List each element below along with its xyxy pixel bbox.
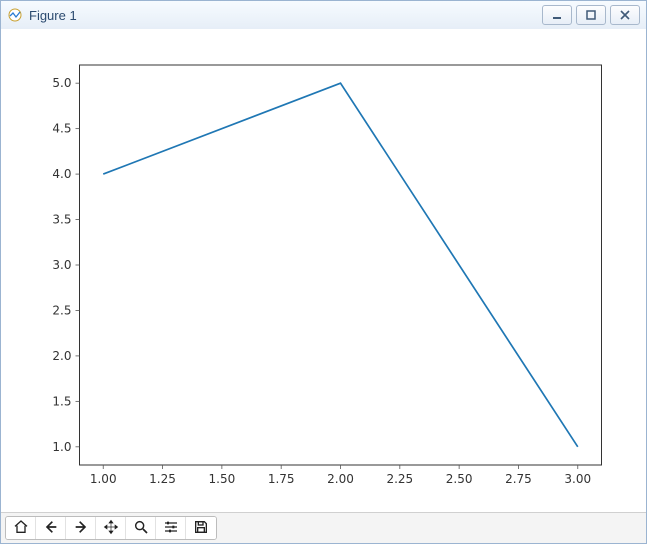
plot-area[interactable]: 1.00 1.25 1.50 1.75 2.00 2.25 2.50 2.75 3.00 1.0… (1, 29, 646, 513)
window-title: Figure 1 (29, 8, 542, 23)
figure-window: Figure 1 1.00 1.25 1.50 1.75 2.00 2.25 2.50 2.7… (0, 0, 647, 544)
arrow-left-icon (43, 519, 59, 538)
home-button[interactable] (6, 517, 36, 539)
toolbar (1, 512, 646, 543)
y-tick-label: 3.0 (52, 258, 71, 272)
x-axis: 1.00 1.25 1.50 1.75 2.00 2.25 2.50 2.75 3.00 (90, 465, 591, 486)
y-tick-label: 4.0 (52, 167, 71, 181)
y-axis: 1.0 1.5 2.0 2.5 3.0 3.5 4.0 4.5 5.0 (52, 76, 79, 454)
close-button[interactable] (610, 5, 640, 25)
y-tick-label: 2.5 (52, 303, 71, 317)
y-tick-label: 4.5 (52, 122, 71, 136)
app-icon (7, 7, 23, 23)
configure-button[interactable] (156, 517, 186, 539)
x-tick-label: 1.25 (149, 472, 176, 486)
titlebar: Figure 1 (1, 1, 646, 30)
axes-box (80, 65, 602, 465)
x-tick-label: 2.50 (446, 472, 473, 486)
y-tick-label: 2.0 (52, 349, 71, 363)
arrow-right-icon (73, 519, 89, 538)
x-tick-label: 3.00 (564, 472, 591, 486)
x-tick-label: 2.00 (327, 472, 354, 486)
x-tick-label: 2.75 (505, 472, 532, 486)
zoom-button[interactable] (126, 517, 156, 539)
y-tick-label: 5.0 (52, 76, 71, 90)
sliders-icon (163, 519, 179, 538)
zoom-icon (133, 519, 149, 538)
move-icon (103, 519, 119, 538)
forward-button[interactable] (66, 517, 96, 539)
plot-svg: 1.00 1.25 1.50 1.75 2.00 2.25 2.50 2.75 3.00 1.0… (1, 29, 646, 513)
toolbar-group (5, 516, 217, 540)
x-tick-label: 1.00 (90, 472, 117, 486)
maximize-button[interactable] (576, 5, 606, 25)
pan-button[interactable] (96, 517, 126, 539)
window-controls (542, 5, 640, 25)
x-tick-label: 2.25 (386, 472, 413, 486)
home-icon (13, 519, 29, 538)
save-icon (193, 519, 209, 538)
y-tick-label: 1.0 (52, 440, 71, 454)
save-button[interactable] (186, 517, 216, 539)
x-tick-label: 1.75 (268, 472, 295, 486)
y-tick-label: 1.5 (52, 394, 71, 408)
y-tick-label: 3.5 (52, 213, 71, 227)
minimize-button[interactable] (542, 5, 572, 25)
back-button[interactable] (36, 517, 66, 539)
x-tick-label: 1.50 (209, 472, 236, 486)
